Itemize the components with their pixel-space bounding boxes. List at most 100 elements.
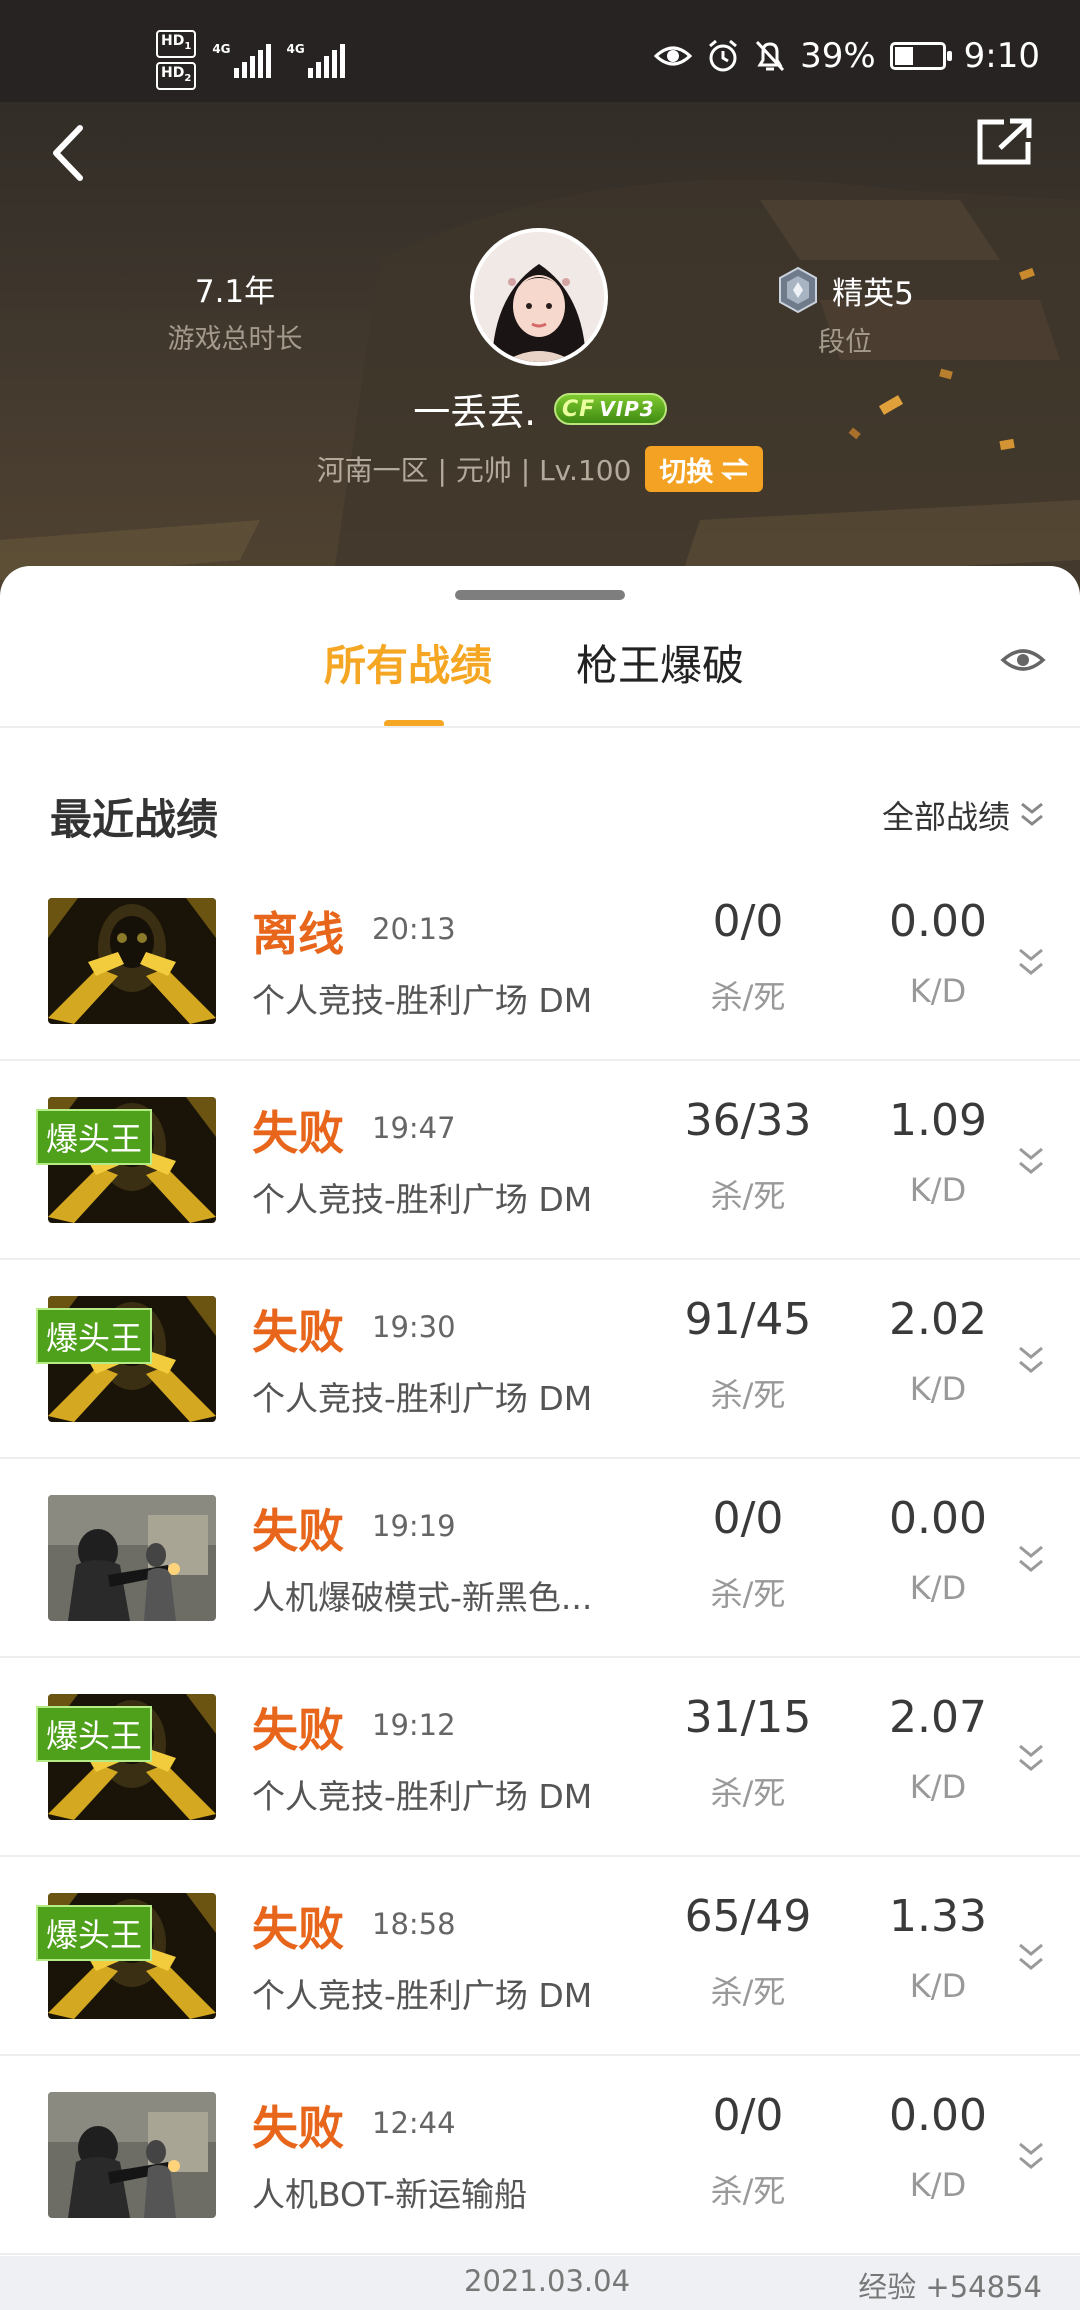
alarm-icon: [709, 39, 738, 72]
kd-ratio-label: K/D: [909, 1569, 967, 1607]
match-mode: 个人竞技-胜利广场 DM: [252, 1777, 593, 1816]
signal-1-icon: 4G: [212, 42, 271, 78]
kills-deaths-value: 91/45: [684, 1294, 812, 1345]
kills-deaths-label: 杀/死: [710, 1575, 786, 1613]
username: 一丢丢.: [413, 391, 537, 434]
match-mode: 人机BOT-新运输船: [252, 2175, 528, 2214]
kills-deaths-label: 杀/死: [710, 1177, 786, 1215]
filter-dropdown[interactable]: 全部战绩: [882, 792, 1046, 838]
kills-deaths-label: 杀/死: [710, 978, 786, 1016]
kd-ratio-value: 0.00: [889, 2090, 987, 2141]
tab-all-records[interactable]: 所有战绩: [324, 626, 492, 706]
rank-label: 段位: [818, 327, 872, 358]
kd-ratio-value: 0.00: [889, 1493, 987, 1544]
double-chevron-down-icon[interactable]: [1016, 2136, 1046, 2176]
kd-ratio-label: K/D: [909, 1370, 967, 1408]
signal-2-icon: 4G: [287, 42, 345, 78]
exp-gain: 经验 +54854: [858, 2270, 1042, 2304]
headshot-king-badge: 爆头王: [36, 1109, 153, 1165]
hd-badge-1: HD1: [156, 30, 197, 58]
kd-ratio-label: K/D: [909, 1967, 967, 2005]
kd-ratio-label: K/D: [909, 2166, 967, 2204]
rank-stat: 精英5 段位: [770, 266, 920, 359]
kills-deaths-value: 36/33: [684, 1095, 812, 1146]
record-row[interactable]: 爆头王 失败 18:58 个人竞技-胜利广场 DM 65/49 杀/死 1.33…: [0, 1857, 1080, 2056]
divider: [0, 726, 1080, 728]
kills-deaths-value: 0/0: [712, 896, 784, 947]
rank-value: 精英5: [832, 275, 914, 312]
clock: 9:10: [963, 36, 1040, 76]
double-chevron-down-icon[interactable]: [1016, 1539, 1046, 1579]
kd-ratio-value: 1.09: [889, 1095, 987, 1146]
double-chevron-down-icon[interactable]: [1016, 942, 1046, 982]
tab-bar: 所有战绩 枪王爆破: [0, 626, 1080, 726]
match-time: 19:12: [372, 1708, 456, 1742]
match-time: 19:30: [372, 1310, 456, 1344]
username-row: 一丢丢. CF VIP3: [0, 384, 1080, 434]
profile-header: HD1 HD2 4G 4G 39% 9:10 7.1年 游戏总时长 精英5 段位…: [0, 0, 1080, 600]
kills-deaths-label: 杀/死: [710, 1376, 786, 1414]
double-chevron-down-icon[interactable]: [1016, 1340, 1046, 1380]
record-row[interactable]: 离线 20:13 个人竞技-胜利广场 DM 0/0 杀/死 0.00 K/D: [0, 862, 1080, 1061]
battery-icon: [889, 42, 952, 70]
record-row[interactable]: 爆头王 失败 19:12 个人竞技-胜利广场 DM 31/15 杀/死 2.07…: [0, 1658, 1080, 1857]
match-mode: 个人竞技-胜利广场 DM: [252, 1976, 593, 2015]
kills-deaths-label: 杀/死: [710, 1774, 786, 1812]
rank-badge-icon: [779, 266, 818, 314]
match-result: 失败: [252, 1504, 344, 1558]
date-bar: 2021.03.04 经验 +54854: [0, 2256, 1080, 2310]
avatar[interactable]: [470, 228, 608, 366]
chevron-left-icon[interactable]: [44, 122, 96, 184]
match-result: 离线: [252, 907, 344, 961]
record-row[interactable]: 爆头王 失败 19:47 个人竞技-胜利广场 DM 36/33 杀/死 1.09…: [0, 1061, 1080, 1260]
match-mode: 人机爆破模式-新黑色...: [252, 1578, 593, 1617]
headshot-king-badge: 爆头王: [36, 1905, 153, 1961]
kd-ratio-label: K/D: [909, 1768, 967, 1806]
play-time-stat: 7.1年 游戏总时长: [130, 266, 340, 356]
match-result: 失败: [252, 1902, 344, 1956]
map-thumbnail: [48, 898, 216, 1024]
play-time-label: 游戏总时长: [167, 324, 303, 355]
eye-icon[interactable]: [1000, 640, 1046, 680]
tab-gun-king[interactable]: 枪王爆破: [576, 626, 744, 706]
kd-ratio-label: K/D: [909, 972, 967, 1010]
server-info-row: 河南一区 | 元帅 | Lv.100 切换: [0, 444, 1080, 494]
double-chevron-down-icon[interactable]: [1016, 1141, 1046, 1181]
kd-ratio-value: 2.07: [889, 1692, 987, 1743]
signal-group: HD1 HD2 4G 4G: [156, 30, 345, 90]
switch-button[interactable]: 切换: [645, 446, 764, 492]
drag-handle[interactable]: [455, 590, 625, 600]
swap-icon: [721, 457, 750, 481]
kd-ratio-value: 1.33: [889, 1891, 987, 1942]
match-result: 失败: [252, 2101, 344, 2155]
kd-ratio-value: 2.02: [889, 1294, 987, 1345]
kills-deaths-value: 31/15: [684, 1692, 812, 1743]
match-result: 失败: [252, 1703, 344, 1757]
status-bar: HD1 HD2 4G 4G 39% 9:10: [0, 0, 1080, 102]
record-row[interactable]: 失败 19:19 人机爆破模式-新黑色... 0/0 杀/死 0.00 K/D: [0, 1459, 1080, 1658]
match-time: 18:58: [372, 1907, 456, 1941]
kd-ratio-value: 0.00: [889, 896, 987, 947]
vip-badge: CF VIP3: [554, 393, 667, 425]
eye-icon: [654, 46, 693, 66]
match-time: 19:19: [372, 1509, 456, 1543]
match-time: 12:44: [372, 2106, 456, 2140]
kills-deaths-value: 0/0: [712, 1493, 784, 1544]
match-time: 19:47: [372, 1111, 456, 1145]
match-mode: 个人竞技-胜利广场 DM: [252, 1379, 593, 1418]
kills-deaths-label: 杀/死: [710, 1973, 786, 2011]
match-result: 失败: [252, 1106, 344, 1160]
record-row[interactable]: 失败 12:44 人机BOT-新运输船 0/0 杀/死 0.00 K/D: [0, 2056, 1080, 2255]
match-time: 20:13: [372, 912, 456, 946]
filter-label: 全部战绩: [881, 798, 1010, 836]
record-row[interactable]: 爆头王 失败 19:30 个人竞技-胜利广场 DM 91/45 杀/死 2.02…: [0, 1260, 1080, 1459]
double-chevron-down-icon[interactable]: [1016, 1937, 1046, 1977]
hd-badge-2: HD2: [156, 61, 197, 90]
share-icon[interactable]: [974, 116, 1034, 168]
headshot-king-badge: 爆头王: [36, 1706, 153, 1762]
headshot-king-badge: 爆头王: [36, 1308, 153, 1364]
record-date: 2021.03.04: [464, 2264, 631, 2298]
match-result: 失败: [252, 1305, 344, 1359]
double-chevron-down-icon[interactable]: [1016, 1738, 1046, 1778]
record-list: 离线 20:13 个人竞技-胜利广场 DM 0/0 杀/死 0.00 K/D 爆…: [0, 862, 1080, 2255]
